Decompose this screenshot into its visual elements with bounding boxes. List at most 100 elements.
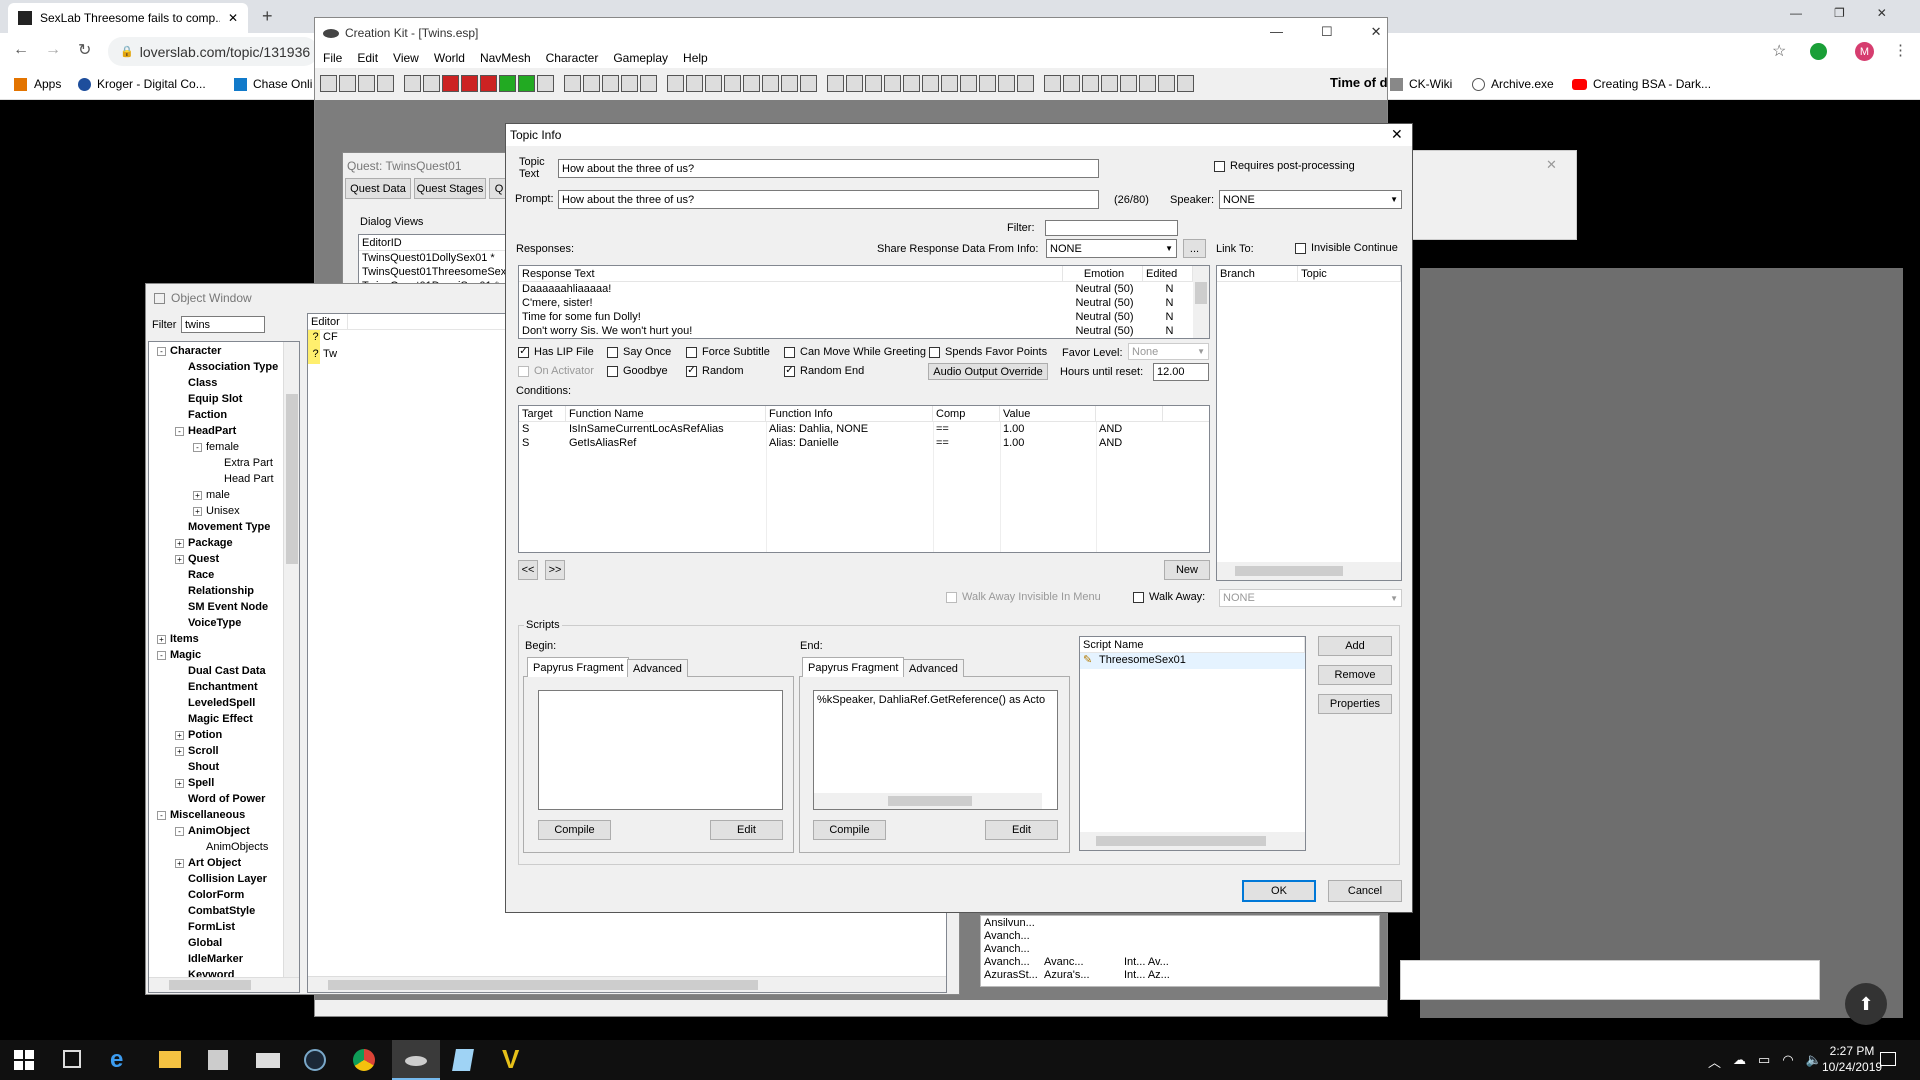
tree-item[interactable]: Class xyxy=(175,377,217,390)
col-function-info[interactable]: Function Info xyxy=(766,406,933,421)
toolbar-tool-icon[interactable] xyxy=(960,74,977,92)
share-browse-button[interactable]: ... xyxy=(1183,239,1206,258)
toolbar-tool-icon[interactable] xyxy=(1120,74,1137,92)
tab-begin-advanced[interactable]: Advanced xyxy=(627,659,688,677)
walk-away-invisible-checkbox[interactable]: Walk Away Invisible In Menu xyxy=(946,591,1101,603)
tree-item[interactable]: Faction xyxy=(175,409,227,422)
tree-item[interactable]: VoiceType xyxy=(175,617,241,630)
script-list-hscrollbar[interactable] xyxy=(1080,832,1305,850)
volume-icon[interactable]: 🔈 xyxy=(1806,1052,1822,1071)
list-item[interactable]: TwinsQuest01DollySex01 * xyxy=(359,251,511,265)
restore-icon[interactable]: ❐ xyxy=(1834,6,1845,20)
expand-icon[interactable]: + xyxy=(175,730,184,740)
expand-icon[interactable]: + xyxy=(193,490,202,500)
topic-text-input[interactable]: How about the three of us? xyxy=(558,159,1099,178)
toolbar-tool-icon[interactable] xyxy=(781,74,798,92)
toolbar-tool-icon[interactable] xyxy=(423,74,440,92)
toolbar-tool-icon[interactable] xyxy=(564,74,581,92)
toolbar-tool-icon[interactable] xyxy=(884,74,901,92)
end-code-editor[interactable]: %kSpeaker, DahliaRef.GetReference() as A… xyxy=(813,690,1058,810)
toolbar-tool-icon[interactable] xyxy=(499,74,516,92)
list-item[interactable]: AzurasSt... Azura's... Int... Az... xyxy=(981,968,1379,981)
collapse-icon[interactable]: - xyxy=(175,426,184,436)
begin-compile-button[interactable]: Compile xyxy=(538,820,611,840)
toolbar-tool-icon[interactable] xyxy=(800,74,817,92)
tree-item[interactable]: AnimObjects xyxy=(193,841,268,854)
toolbar-tool-icon[interactable] xyxy=(1177,74,1194,92)
cloud-icon[interactable]: ☁ xyxy=(1733,1052,1746,1071)
menu-navmesh[interactable]: NavMesh xyxy=(480,51,531,65)
tree-item[interactable]: + Art Object xyxy=(175,857,241,870)
tree-item[interactable]: Head Part xyxy=(211,473,274,486)
collapse-icon[interactable]: - xyxy=(157,810,166,820)
toolbar-tool-icon[interactable] xyxy=(1101,74,1118,92)
toolbar-tool-icon[interactable] xyxy=(903,74,920,92)
tab-begin-papyrus-fragment[interactable]: Papyrus Fragment xyxy=(527,657,630,677)
tree-item[interactable]: Word of Power xyxy=(175,793,265,806)
maximize-icon[interactable]: ☐ xyxy=(1321,24,1333,40)
minimize-icon[interactable]: — xyxy=(1790,6,1802,20)
goodbye-checkbox[interactable]: Goodbye xyxy=(607,365,668,377)
menu-file[interactable]: File xyxy=(323,51,342,65)
filter-input[interactable] xyxy=(1045,220,1178,236)
toolbar-tool-icon[interactable] xyxy=(827,74,844,92)
notification-icon[interactable] xyxy=(1880,1052,1896,1066)
has-lip-file-checkbox[interactable]: ✓ Has LIP File xyxy=(518,346,594,358)
begin-edit-button[interactable]: Edit xyxy=(710,820,783,840)
toolbar-tool-icon[interactable] xyxy=(480,74,497,92)
tab-end-advanced[interactable]: Advanced xyxy=(903,659,964,677)
toolbar-tool-icon[interactable] xyxy=(320,74,337,92)
menu-edit[interactable]: Edit xyxy=(357,51,378,65)
bookmark-star-icon[interactable]: ☆ xyxy=(1772,41,1786,61)
bg-close-icon[interactable]: ✕ xyxy=(1546,157,1557,173)
chrome-icon[interactable] xyxy=(353,1049,375,1071)
toolbar-tool-icon[interactable] xyxy=(621,74,638,92)
remove-script-button[interactable]: Remove xyxy=(1318,665,1392,685)
tree-item[interactable]: Global xyxy=(175,937,222,950)
invisible-continue-checkbox[interactable]: Invisible Continue xyxy=(1295,242,1398,254)
col-comp[interactable]: Comp xyxy=(933,406,1000,421)
collapse-icon[interactable]: - xyxy=(175,826,184,836)
expand-icon[interactable]: + xyxy=(175,538,184,548)
tree-scrollbar[interactable] xyxy=(283,342,299,977)
tree-item[interactable]: - Character xyxy=(157,345,221,358)
tree-item[interactable]: Collision Layer xyxy=(175,873,267,886)
menu-character[interactable]: Character xyxy=(546,51,599,65)
tree-item[interactable]: SM Event Node xyxy=(175,601,268,614)
col-value[interactable]: Value xyxy=(1000,406,1096,421)
tab-quest-stages[interactable]: Quest Stages xyxy=(414,178,486,199)
bookmark-creating-bsa[interactable]: Creating BSA - Dark... xyxy=(1572,77,1711,91)
end-edit-button[interactable]: Edit xyxy=(985,820,1058,840)
tree-item[interactable]: + Potion xyxy=(175,729,222,742)
hours-until-reset-input[interactable]: 12.00 xyxy=(1153,363,1209,381)
back-icon[interactable]: ← xyxy=(13,41,29,59)
favor-level-select[interactable]: None ▼ xyxy=(1128,343,1209,360)
close-icon[interactable]: ✕ xyxy=(1371,24,1382,40)
toolbar-tool-icon[interactable] xyxy=(377,74,394,92)
requires-post-processing-checkbox[interactable]: Requires post-processing xyxy=(1214,160,1355,172)
collapse-icon[interactable]: - xyxy=(157,650,166,660)
toolbar-tool-icon[interactable] xyxy=(686,74,703,92)
toolbar-tool-icon[interactable] xyxy=(667,74,684,92)
profile-avatar[interactable]: M xyxy=(1855,42,1874,61)
tree-item[interactable]: IdleMarker xyxy=(175,953,243,966)
toolbar-tool-icon[interactable] xyxy=(461,74,478,92)
toolbar-tool-icon[interactable] xyxy=(922,74,939,92)
tree-item[interactable]: Race xyxy=(175,569,214,582)
toolbar-tool-icon[interactable] xyxy=(979,74,996,92)
bookmark-apps[interactable]: Apps xyxy=(14,77,61,91)
tree-item[interactable]: Association Type xyxy=(175,361,278,374)
next-button[interactable]: >> xyxy=(545,560,565,580)
can-move-while-greeting-checkbox[interactable]: Can Move While Greeting xyxy=(784,346,926,358)
collapse-icon[interactable]: - xyxy=(157,346,166,356)
col-response-text[interactable]: Response Text xyxy=(519,266,1063,281)
toolbar-tool-icon[interactable] xyxy=(339,74,356,92)
clock[interactable]: 2:27 PM 10/24/2019 xyxy=(1822,1043,1882,1075)
responses-scrollbar[interactable] xyxy=(1193,266,1209,338)
speaker-select[interactable]: NONE ▼ xyxy=(1219,190,1402,209)
tree-item[interactable]: Extra Part xyxy=(211,457,273,470)
menu-world[interactable]: World xyxy=(434,51,465,65)
col-editor[interactable]: Editor xyxy=(308,314,348,329)
tab-quest-data[interactable]: Quest Data xyxy=(345,178,411,199)
toolbar-tool-icon[interactable] xyxy=(602,74,619,92)
